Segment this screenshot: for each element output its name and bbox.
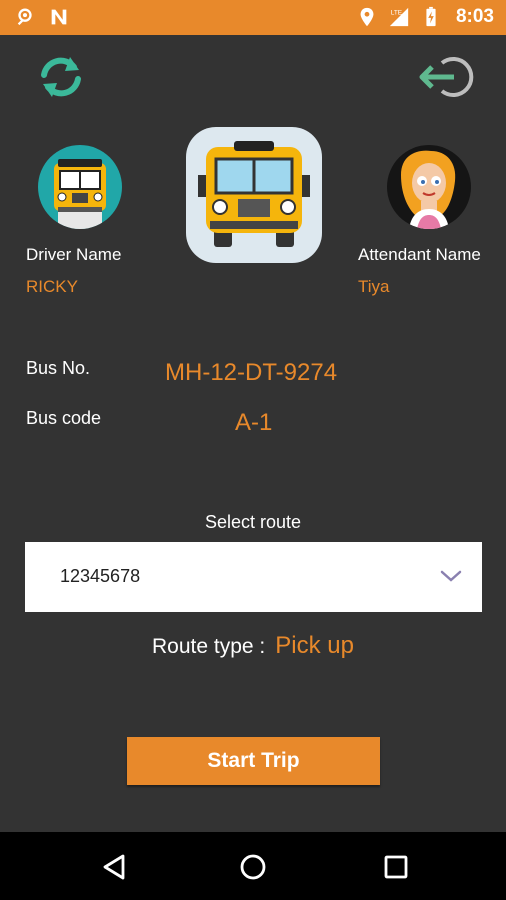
attendant-name-value: Tiya (358, 277, 390, 296)
location-icon (360, 7, 374, 27)
recent-apps-icon[interactable] (381, 852, 411, 882)
route-dropdown[interactable]: 12345678 (25, 542, 482, 612)
driver-avatar (38, 145, 122, 229)
lte-signal-icon: LTE (389, 7, 409, 27)
select-route-label: Select route (204, 512, 302, 532)
navigation-bar (0, 832, 506, 900)
battery-charging-icon (426, 6, 436, 27)
svg-text:LTE: LTE (391, 9, 402, 16)
location-pin-icon (17, 8, 32, 26)
attendant-avatar (387, 145, 471, 229)
n-notification-icon (51, 9, 67, 25)
attendant-portrait-icon (401, 150, 456, 229)
chevron-down-icon (440, 570, 462, 582)
back-icon[interactable] (99, 852, 129, 882)
route-dropdown-value: 12345678 (60, 566, 141, 586)
driver-name-label: Driver Name (26, 245, 122, 264)
school-bus-icon (198, 141, 310, 247)
driver-name-value: RICKY (26, 277, 78, 296)
status-time: 8:03 (455, 6, 494, 27)
bus-code-label: Bus code (26, 408, 102, 428)
school-bus-icon (54, 159, 106, 229)
status-bar: LTE 8:03 (0, 0, 506, 35)
home-icon[interactable] (238, 852, 268, 882)
app-screen: Driver Name RICKY Attendant Name Tiya Bu… (0, 35, 506, 832)
route-type-row: Route type : Pick up (152, 632, 354, 660)
bus-image[interactable] (186, 127, 322, 263)
bus-code-value: A-1 (235, 409, 273, 436)
route-type-label: Route type : (152, 635, 266, 658)
route-type-value: Pick up (275, 632, 354, 659)
logout-icon[interactable] (418, 55, 474, 99)
start-trip-button[interactable]: Start Trip (127, 737, 380, 785)
attendant-name-label: Attendant Name (358, 245, 481, 264)
refresh-icon[interactable] (34, 53, 88, 101)
bus-number-label: Bus No. (26, 358, 91, 378)
bus-number-value: MH-12-DT-9274 (165, 359, 338, 386)
